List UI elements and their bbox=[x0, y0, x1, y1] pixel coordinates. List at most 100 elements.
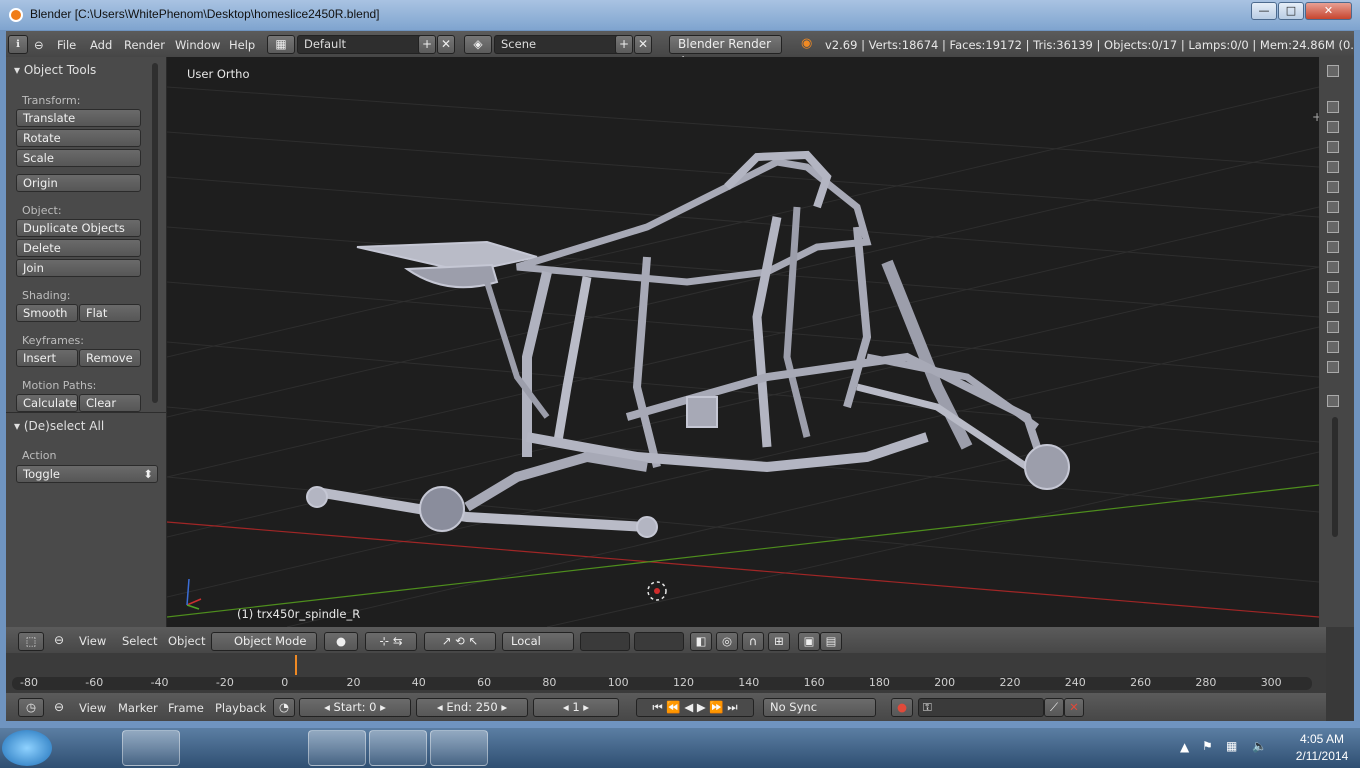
start-button[interactable] bbox=[2, 730, 52, 766]
menu-help[interactable]: Help bbox=[229, 38, 255, 52]
render-engine-select[interactable]: Blender Render ⬍ bbox=[669, 35, 782, 68]
delete-scene-button[interactable]: ✕ bbox=[634, 35, 652, 54]
menu-marker[interactable]: Marker bbox=[118, 701, 158, 715]
layer-icon[interactable] bbox=[1327, 241, 1339, 253]
object-tools-panel-header[interactable]: ▾ Object Tools bbox=[14, 63, 96, 77]
viewport-plus-icon[interactable]: + bbox=[1312, 110, 1319, 124]
editor-type-icon[interactable]: ◷ bbox=[18, 698, 44, 717]
layer-icon[interactable] bbox=[1327, 281, 1339, 293]
network-icon[interactable]: ▦ bbox=[1226, 739, 1237, 753]
collapse-menu-icon[interactable]: ⊖ bbox=[54, 633, 64, 647]
pivot-point-select[interactable]: ⊹ ⇆ bbox=[365, 632, 417, 651]
smooth-button[interactable]: Smooth bbox=[16, 304, 78, 322]
delete-keyframe-icon[interactable]: ✕ bbox=[1064, 698, 1084, 717]
render-preview-icon[interactable]: ▣ bbox=[798, 632, 820, 651]
current-frame-field[interactable]: ◂ 1 ▸ bbox=[533, 698, 619, 717]
menu-view[interactable]: View bbox=[79, 634, 106, 648]
close-button[interactable]: ✕ bbox=[1305, 2, 1352, 20]
start-frame-field[interactable]: ◂ Start: 0 ▸ bbox=[299, 698, 411, 717]
delete-button[interactable]: Delete bbox=[16, 239, 141, 257]
render-animation-icon[interactable]: ▤ bbox=[820, 632, 842, 651]
record-icon[interactable]: ● bbox=[891, 698, 913, 717]
menu-view[interactable]: View bbox=[79, 701, 106, 715]
atv-frame-model[interactable] bbox=[306, 150, 1070, 538]
editor-type-icon[interactable]: ℹ bbox=[8, 35, 28, 54]
snap-icon[interactable]: ∩ bbox=[742, 632, 764, 651]
blender-taskbar-icon[interactable] bbox=[369, 730, 427, 766]
chrome-icon[interactable] bbox=[245, 730, 303, 766]
media-player-icon[interactable] bbox=[183, 730, 241, 766]
clear-button[interactable]: Clear bbox=[79, 394, 141, 412]
layer-icon[interactable] bbox=[1327, 261, 1339, 273]
layer-icon[interactable] bbox=[1327, 181, 1339, 193]
minimize-button[interactable]: — bbox=[1251, 2, 1277, 20]
insert-keyframe-icon[interactable]: ⟋ bbox=[1044, 698, 1064, 717]
properties-icon[interactable] bbox=[1327, 395, 1339, 407]
remove-keyframe-button[interactable]: Remove bbox=[79, 349, 141, 367]
outliner-icon[interactable] bbox=[1327, 65, 1339, 77]
3d-cursor-icon[interactable] bbox=[647, 581, 667, 601]
collapse-menu-icon[interactable]: ⊖ bbox=[34, 38, 44, 52]
menu-playback[interactable]: Playback bbox=[215, 701, 266, 715]
menu-add[interactable]: Add bbox=[90, 38, 112, 52]
tool-shelf-scrollbar[interactable] bbox=[152, 63, 158, 403]
menu-frame[interactable]: Frame bbox=[168, 701, 204, 715]
editor-type-icon[interactable]: ⬚ bbox=[18, 632, 44, 651]
layer-icon[interactable] bbox=[1327, 121, 1339, 133]
action-select[interactable]: Toggle ⬍ bbox=[16, 465, 158, 483]
layer-icon[interactable] bbox=[1327, 141, 1339, 153]
layer-icon[interactable] bbox=[1327, 301, 1339, 313]
internet-explorer-icon[interactable] bbox=[62, 730, 120, 766]
scale-button[interactable]: Scale bbox=[16, 149, 141, 167]
timeline-scrollbar[interactable] bbox=[12, 677, 1312, 690]
file-explorer-icon[interactable] bbox=[122, 730, 180, 766]
layer-icon[interactable] bbox=[1327, 101, 1339, 113]
layer-icon[interactable] bbox=[1327, 221, 1339, 233]
viewport-shading-select[interactable]: ● bbox=[324, 632, 358, 651]
tray-arrow-icon[interactable]: ▲ bbox=[1180, 740, 1189, 754]
menu-render[interactable]: Render bbox=[124, 38, 165, 52]
title-bar[interactable]: Blender [C:\Users\WhitePhenom\Desktop\ho… bbox=[0, 0, 1360, 30]
add-scene-button[interactable]: + bbox=[615, 35, 633, 54]
keying-set-field[interactable]: ⚿ bbox=[918, 698, 1044, 717]
delete-screen-button[interactable]: ✕ bbox=[437, 35, 455, 54]
layer-buttons-2[interactable] bbox=[634, 632, 684, 651]
layer-icon[interactable] bbox=[1327, 361, 1339, 373]
preview-range-icon[interactable]: ◔ bbox=[273, 698, 295, 717]
manipulator-toggles[interactable]: ↗ ⟲ ↖ bbox=[424, 632, 496, 651]
menu-window[interactable]: Window bbox=[175, 38, 220, 52]
operator-panel-header[interactable]: ▾ (De)select All bbox=[14, 419, 104, 433]
maximize-button[interactable]: □ bbox=[1278, 2, 1304, 20]
menu-select[interactable]: Select bbox=[122, 634, 157, 648]
screen-layout-icon[interactable]: ▦ bbox=[267, 35, 295, 54]
mode-select[interactable]: Object Mode bbox=[211, 632, 317, 651]
timeline-area[interactable]: -80 -60 -40 -20 0 20 40 60 80 100 120 140 160 180 200 2… bbox=[6, 653, 1326, 693]
playback-controls[interactable]: ⏮ ⏪ ◀ ▶ ⏩ ⏭ bbox=[636, 698, 754, 717]
add-screen-button[interactable]: + bbox=[418, 35, 436, 54]
origin-button[interactable]: Origin bbox=[16, 174, 141, 192]
insert-keyframe-button[interactable]: Insert bbox=[16, 349, 78, 367]
translate-button[interactable]: Translate bbox=[16, 109, 141, 127]
layer-icon[interactable] bbox=[1327, 341, 1339, 353]
duplicate-objects-button[interactable]: Duplicate Objects bbox=[16, 219, 141, 237]
steam-icon[interactable] bbox=[308, 730, 366, 766]
snap-target-icon[interactable]: ⊞ bbox=[768, 632, 790, 651]
3d-viewport[interactable]: + User Ortho (1) trx450r_spindle_R bbox=[167, 57, 1319, 627]
calculate-button[interactable]: Calculate bbox=[16, 394, 78, 412]
collapse-menu-icon[interactable]: ⊖ bbox=[54, 700, 64, 714]
menu-object[interactable]: Object bbox=[168, 634, 205, 648]
flat-button[interactable]: Flat bbox=[79, 304, 141, 322]
action-center-icon[interactable]: ⚑ bbox=[1202, 739, 1213, 753]
layer-buttons[interactable] bbox=[580, 632, 630, 651]
system-clock[interactable]: 4:05 AM 2/11/2014 bbox=[1290, 732, 1354, 763]
current-frame-indicator[interactable] bbox=[295, 655, 297, 675]
end-frame-field[interactable]: ◂ End: 250 ▸ bbox=[416, 698, 528, 717]
screen-layout-field[interactable]: Default bbox=[297, 35, 425, 54]
menu-file[interactable]: File bbox=[57, 38, 76, 52]
volume-icon[interactable]: 🔈 bbox=[1252, 739, 1267, 753]
layer-lock-icon[interactable]: ◧ bbox=[690, 632, 712, 651]
photos-icon[interactable] bbox=[430, 730, 488, 766]
transform-orientation-select[interactable]: Local bbox=[502, 632, 574, 651]
sync-mode-select[interactable]: No Sync bbox=[763, 698, 876, 717]
join-button[interactable]: Join bbox=[16, 259, 141, 277]
